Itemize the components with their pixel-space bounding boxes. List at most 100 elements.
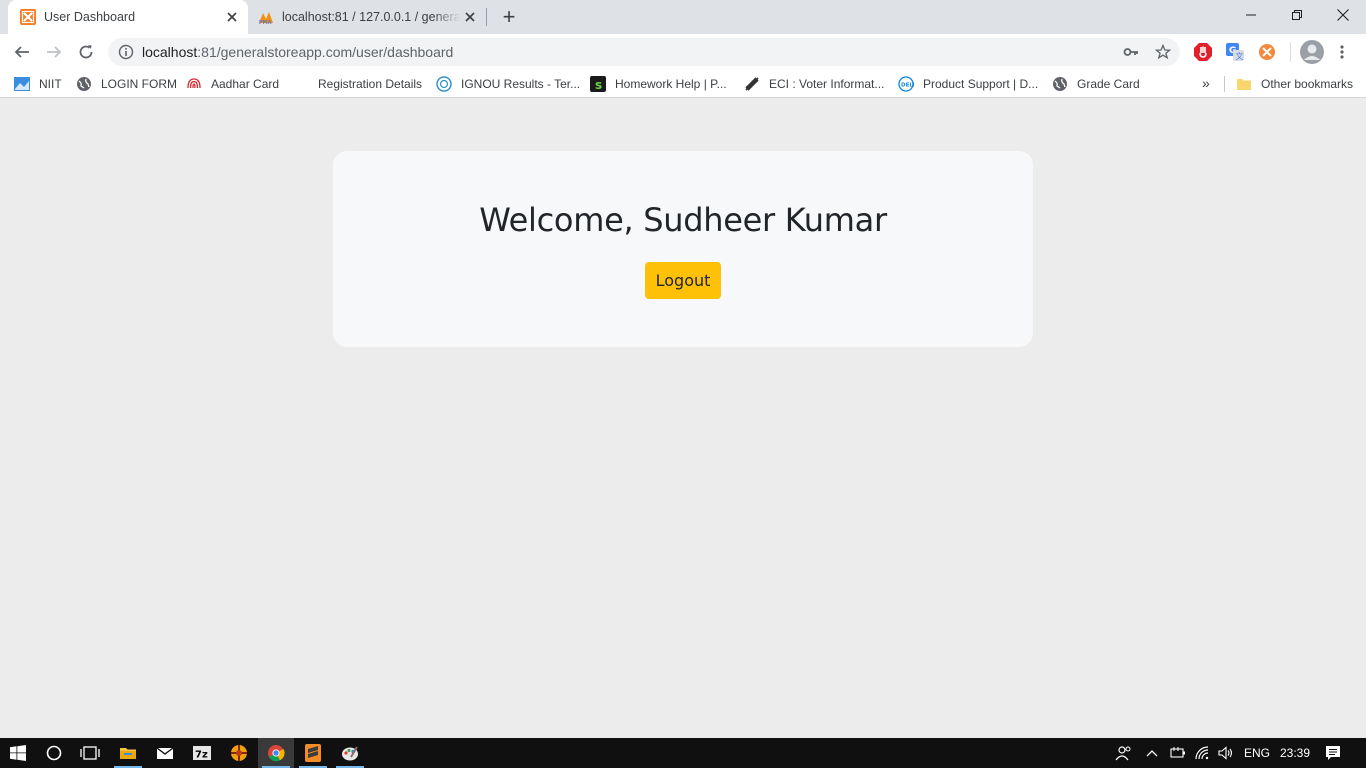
close-tab-icon[interactable] <box>222 7 242 27</box>
bookmark-label: Product Support | D... <box>923 77 1039 91</box>
bookmark-registration-details[interactable]: Registration Details <box>293 75 422 93</box>
bookmark-label: IGNOU Results - Ter... <box>461 77 581 91</box>
task-view-icon <box>80 746 100 760</box>
niit-icon <box>14 77 30 91</box>
bookmark-niit[interactable]: NIIT <box>14 75 62 93</box>
page-content: Welcome, Sudheer Kumar Logout <box>0 98 1366 738</box>
adblock-extension-icon[interactable] <box>1193 42 1213 62</box>
action-center-button[interactable] <box>1325 738 1341 768</box>
dashboard-card: Welcome, Sudheer Kumar Logout <box>333 151 1033 347</box>
close-window-button[interactable] <box>1320 0 1366 30</box>
taskbar-mail[interactable] <box>147 738 183 768</box>
7zip-icon: 7z <box>193 746 211 761</box>
logout-button[interactable]: Logout <box>645 262 721 299</box>
star-icon[interactable] <box>1155 44 1171 60</box>
bookmarks-divider <box>1224 76 1225 92</box>
notification-icon <box>1326 746 1340 760</box>
orange-extension-icon[interactable] <box>1257 42 1277 62</box>
speaker-icon <box>1218 746 1233 760</box>
people-icon <box>1115 746 1131 761</box>
aadhaar-icon <box>187 78 201 89</box>
restore-button[interactable] <box>1274 0 1320 30</box>
svg-text:7z: 7z <box>195 750 208 761</box>
new-tab-button[interactable]: + <box>498 6 520 28</box>
tab-title: localhost:81 / 127.0.0.1 / generalstorea… <box>282 10 460 24</box>
homework-icon: s <box>590 76 606 92</box>
key-icon[interactable] <box>1123 44 1139 60</box>
url-text: localhost:81/generalstoreapp.com/user/da… <box>142 44 453 60</box>
close-tab-icon[interactable] <box>460 7 480 27</box>
sublime-icon <box>305 744 321 762</box>
folder-icon <box>1237 79 1251 90</box>
xampp-icon <box>20 9 36 25</box>
globe-icon <box>77 77 91 91</box>
bookmark-login-form[interactable]: LOGIN FORM <box>76 75 177 93</box>
minimize-button[interactable] <box>1228 0 1274 30</box>
tab-divider <box>486 8 487 26</box>
input-language-indicator[interactable]: ENG <box>1244 738 1270 768</box>
menu-kebab-icon[interactable] <box>1338 44 1346 60</box>
paint-icon <box>342 746 358 761</box>
windows-start-icon <box>10 745 26 761</box>
taskbar-sublime[interactable] <box>295 738 331 768</box>
tab-phpmyadmin[interactable]: PMA localhost:81 / 127.0.0.1 / generalst… <box>250 0 486 34</box>
svg-text:s: s <box>595 78 602 92</box>
taskbar-file-explorer[interactable] <box>110 738 146 768</box>
dell-icon: DELL <box>898 76 914 92</box>
clock[interactable]: 23:39 <box>1280 738 1310 768</box>
google-translate-icon[interactable]: G 文 <box>1225 42 1245 62</box>
back-button[interactable] <box>8 38 36 66</box>
show-hidden-icons-button[interactable] <box>1146 738 1158 768</box>
taskbar-7zip[interactable]: 7z <box>184 738 220 768</box>
mail-icon <box>156 747 174 759</box>
bookmark-label: Grade Card <box>1077 77 1140 91</box>
globe-icon <box>1053 77 1067 91</box>
reload-button[interactable] <box>72 38 100 66</box>
task-view-button[interactable] <box>72 738 108 768</box>
taskbar-paint[interactable] <box>332 738 368 768</box>
bookmark-label: Registration Details <box>318 77 423 91</box>
welcome-heading: Welcome, Sudheer Kumar <box>479 201 887 239</box>
forward-button[interactable] <box>40 38 68 66</box>
chrome-icon <box>268 745 285 762</box>
people-button[interactable] <box>1115 738 1133 768</box>
address-bar[interactable]: localhost:81/generalstoreapp.com/user/da… <box>108 38 1180 66</box>
other-bookmarks-folder[interactable]: Other bookmarks <box>1236 75 1353 93</box>
arrow-left-icon <box>14 46 29 58</box>
bookmark-ignou-results[interactable]: IGNOU Results - Ter... <box>436 75 580 93</box>
bookmark-grade-card[interactable]: Grade Card <box>1052 75 1140 93</box>
battery-button[interactable] <box>1170 738 1186 768</box>
taskbar-app[interactable] <box>221 738 257 768</box>
battery-plug-icon <box>1170 747 1185 758</box>
bookmark-eci[interactable]: ECI : Voter Informat... <box>744 75 884 93</box>
minimize-icon <box>1246 14 1256 16</box>
bookmark-label: Aadhar Card <box>211 77 280 91</box>
url-path: :81/generalstoreapp.com/user/dashboard <box>197 44 454 60</box>
info-icon[interactable] <box>118 44 134 60</box>
bookmark-label: NIIT <box>39 77 62 91</box>
file-explorer-icon <box>120 748 136 759</box>
bookmark-homework-help[interactable]: s Homework Help | P... <box>590 75 727 93</box>
browser-toolbar: localhost:81/generalstoreapp.com/user/da… <box>0 34 1366 70</box>
bookmark-label: Other bookmarks <box>1261 77 1354 91</box>
cortana-icon <box>46 745 62 761</box>
start-button[interactable] <box>0 738 36 768</box>
network-button[interactable] <box>1195 738 1211 768</box>
cortana-button[interactable] <box>36 738 72 768</box>
avatar[interactable] <box>1300 40 1324 64</box>
bookmark-label: ECI : Voter Informat... <box>769 77 885 91</box>
taskbar-chrome[interactable] <box>258 738 294 768</box>
bookmark-label: Homework Help | P... <box>615 77 727 91</box>
bookmark-product-support[interactable]: DELL Product Support | D... <box>898 75 1038 93</box>
bookmarks-overflow-button[interactable]: » <box>1202 75 1210 91</box>
tab-title: User Dashboard <box>44 10 136 24</box>
wifi-icon <box>1195 746 1209 760</box>
bookmarks-bar: NIIT LOGIN FORM Aadhar Card Registration… <box>0 70 1366 98</box>
restore-icon <box>1292 10 1302 20</box>
url-host: localhost <box>142 44 198 60</box>
tab-strip: User Dashboard PMA localhost:81 / 127.0.… <box>0 0 1366 34</box>
bookmark-aadhar-card[interactable]: Aadhar Card <box>186 75 279 93</box>
tab-user-dashboard[interactable]: User Dashboard <box>8 0 248 34</box>
volume-button[interactable] <box>1218 738 1234 768</box>
phpmyadmin-icon: PMA <box>259 12 273 25</box>
